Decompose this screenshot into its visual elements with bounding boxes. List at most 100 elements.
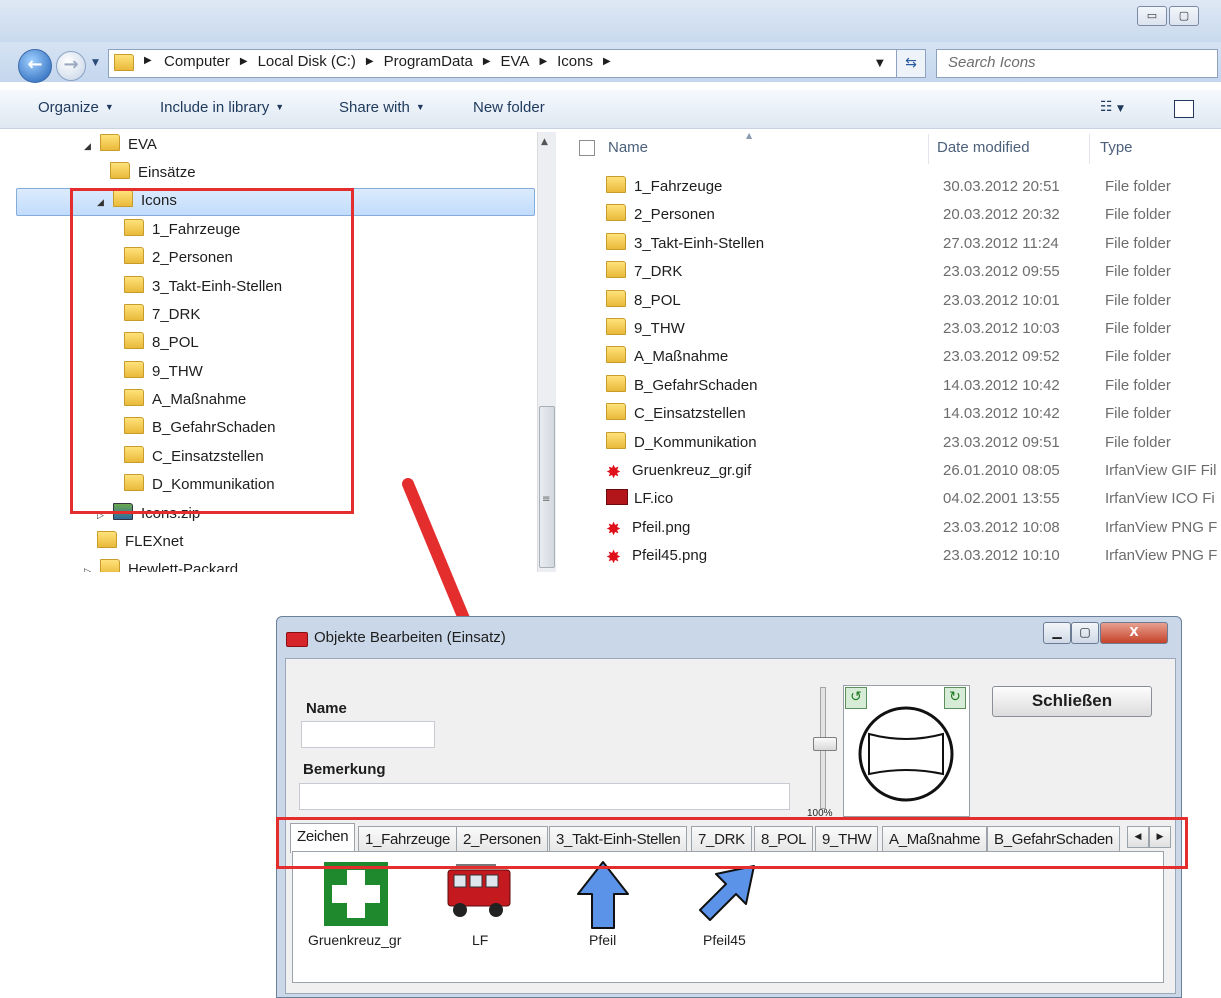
file-name: 9_THW <box>634 320 685 337</box>
file-name: 2_Personen <box>634 206 715 224</box>
zoom-slider-thumb[interactable] <box>813 737 837 751</box>
tree-item-hewlett-packard[interactable]: ▷ Hewlett-Packard <box>84 556 238 572</box>
table-row[interactable]: C_Einsatzstellen 14.03.2012 10:42 File fol… <box>606 400 1216 428</box>
tree-item-eva[interactable]: ◢ EVA <box>84 131 157 159</box>
collapsed-triangle-icon[interactable]: ▷ <box>84 557 94 572</box>
breadcrumb-computer[interactable]: Computer <box>164 53 230 71</box>
maximize-button[interactable]: ▢ <box>1169 6 1199 26</box>
name-input[interactable] <box>301 721 435 748</box>
column-header-name[interactable]: Name <box>608 139 648 156</box>
new-folder-button[interactable]: New folder <box>473 99 545 116</box>
select-all-checkbox[interactable] <box>579 140 595 156</box>
breadcrumb-eva[interactable]: EVA <box>501 53 530 71</box>
bemerkung-label: Bemerkung <box>303 761 386 778</box>
chevron-down-icon: ▼ <box>275 102 285 112</box>
tree-item-label: FLEXnet <box>125 533 184 550</box>
breadcrumb-separator-icon[interactable]: ▶ <box>240 53 248 71</box>
dialog-minimize-button[interactable]: ▁ <box>1043 622 1071 644</box>
table-row[interactable]: ✸ Pfeil45.png 23.03.2012 10:10 IrfanView PN… <box>606 542 1217 570</box>
table-row[interactable]: A_Maßnahme 23.03.2012 09:52 File folder <box>606 343 1216 371</box>
column-header-type[interactable]: Type <box>1100 139 1133 156</box>
irfanview-icon: ✸ <box>606 462 622 482</box>
breadcrumb-separator-icon[interactable]: ▶ <box>483 53 491 71</box>
table-row[interactable]: D_Kommunikation 23.03.2012 09:51 File fold… <box>606 429 1216 457</box>
breadcrumb-root-chevron-icon[interactable]: ▶ <box>144 55 152 66</box>
minimize-button[interactable]: ▭ <box>1137 6 1167 26</box>
green-cross-icon[interactable] <box>324 862 388 926</box>
tree-item-flexnet[interactable]: FLEXnet <box>97 528 183 556</box>
column-divider[interactable] <box>928 134 929 164</box>
tree-item-label: EVA <box>128 136 157 153</box>
file-date: 30.03.2012 20:51 <box>943 178 1060 195</box>
explorer-titlebar <box>0 0 1221 42</box>
back-arrow-icon: ← <box>27 54 43 75</box>
symbol-label: Pfeil <box>589 932 617 948</box>
organize-button[interactable]: Organize ▼ <box>38 99 114 116</box>
table-row[interactable]: ✸ Gruenkreuz_gr.gif 26.01.2010 08:05 IrfanV… <box>606 457 1216 485</box>
recent-pages-chevron-icon[interactable]: ▼ <box>92 58 99 68</box>
dialog-close-button[interactable]: X <box>1100 622 1168 644</box>
breadcrumb: Computer ▶ Local Disk (C:) ▶ ProgramData ▶ … <box>164 53 621 71</box>
column-header-date[interactable]: Date modified <box>937 139 1030 156</box>
address-dropdown-icon[interactable]: ▼ <box>876 58 884 69</box>
file-date: 23.03.2012 09:51 <box>943 433 1060 451</box>
breadcrumb-icons[interactable]: Icons <box>557 53 593 71</box>
folder-icon <box>606 403 626 421</box>
dialog-maximize-button[interactable]: ▢ <box>1071 622 1099 644</box>
table-row[interactable]: 1_Fahrzeuge 30.03.2012 20:51 File folder <box>606 173 1216 201</box>
scroll-up-icon[interactable]: ▲ <box>541 137 548 147</box>
bemerkung-input[interactable] <box>299 783 790 810</box>
file-type: IrfanView GIF Fil <box>1105 462 1217 479</box>
column-divider[interactable] <box>1089 134 1090 164</box>
refresh-button[interactable]: ⇆ <box>896 49 926 78</box>
irfanview-icon: ✸ <box>606 547 622 568</box>
table-row[interactable]: 8_POL 23.03.2012 10:01 File folder <box>606 287 1216 315</box>
expanded-triangle-icon[interactable]: ◢ <box>84 132 94 160</box>
preview-pane-icon[interactable] <box>1174 100 1194 118</box>
file-date: 04.02.2001 13:55 <box>943 490 1060 508</box>
file-name: Gruenkreuz_gr.gif <box>632 462 752 479</box>
folder-icon <box>606 431 626 449</box>
breadcrumb-programdata[interactable]: ProgramData <box>384 53 473 71</box>
schliessen-button[interactable]: Schließen <box>992 686 1152 717</box>
view-options-icon[interactable]: ☷ ▼ <box>1100 99 1124 115</box>
breadcrumb-separator-icon[interactable]: ▶ <box>603 53 611 71</box>
table-row[interactable]: LF.ico 04.02.2001 13:55 IrfanView ICO Fi <box>606 485 1216 513</box>
share-with-button[interactable]: Share with ▼ <box>339 99 425 116</box>
explorer-window: ▭ ▢ ← → ▼ ▶ Computer ▶ Local Disk (C:) ▶ P… <box>0 0 1221 572</box>
table-row[interactable]: 9_THW 23.03.2012 10:03 File folder <box>606 315 1216 343</box>
file-type: IrfanView ICO Fi <box>1105 490 1215 508</box>
organize-label: Organize <box>38 99 99 116</box>
file-type: File folder <box>1105 433 1171 451</box>
rotate-left-icon[interactable]: ↺ <box>845 687 867 709</box>
rotate-right-icon[interactable]: ↻ <box>944 687 966 709</box>
folder-icon <box>606 318 626 335</box>
table-row[interactable]: ✸ Pfeil.png 23.03.2012 10:08 IrfanView PNG … <box>606 514 1217 542</box>
sort-ascending-icon: ▲ <box>746 131 753 140</box>
breadcrumb-local-disk[interactable]: Local Disk (C:) <box>258 53 356 71</box>
maximize-icon: ▢ <box>1079 625 1091 639</box>
file-date: 23.03.2012 10:01 <box>943 291 1060 309</box>
file-type: File folder <box>1105 405 1171 423</box>
breadcrumb-separator-icon[interactable]: ▶ <box>366 53 374 71</box>
include-in-library-button[interactable]: Include in library ▼ <box>160 99 284 116</box>
arrow-diagonal-icon[interactable] <box>694 864 756 926</box>
table-row[interactable]: B_GefahrSchaden 14.03.2012 10:42 File fold… <box>606 372 1216 400</box>
back-button[interactable]: ← <box>18 49 52 83</box>
fire-engine-icon[interactable] <box>446 864 512 920</box>
forward-arrow-icon: → <box>63 54 79 75</box>
tree-item-einsaetze[interactable]: Einsätze <box>110 159 196 187</box>
folder-icon <box>606 289 626 307</box>
breadcrumb-separator-icon[interactable]: ▶ <box>539 53 547 71</box>
table-row[interactable]: 7_DRK 23.03.2012 09:55 File folder <box>606 258 1216 286</box>
highlight-box-tabs <box>276 817 1188 869</box>
table-row[interactable]: 2_Personen 20.03.2012 20:32 File folder <box>606 201 1216 229</box>
table-row[interactable]: 3_Takt-Einh-Stellen 27.03.2012 11:24 File … <box>606 230 1216 258</box>
forward-button[interactable]: → <box>56 51 86 81</box>
file-name: B_GefahrSchaden <box>634 376 758 394</box>
file-type: File folder <box>1105 178 1171 195</box>
file-name: C_Einsatzstellen <box>634 405 746 423</box>
file-date: 14.03.2012 10:42 <box>943 405 1060 423</box>
file-name: Pfeil.png <box>632 518 691 536</box>
arrow-up-icon[interactable] <box>576 860 630 930</box>
